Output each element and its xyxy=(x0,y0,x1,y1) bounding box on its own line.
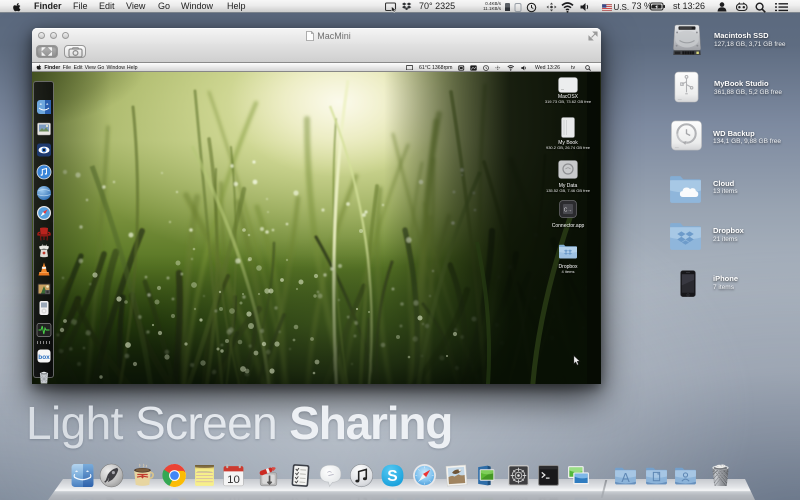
svg-text:S: S xyxy=(387,468,397,485)
svg-text:10: 10 xyxy=(227,474,240,486)
svg-text:10: 10 xyxy=(227,491,240,500)
svg-text:C→: C→ xyxy=(564,208,573,214)
svg-text:box: box xyxy=(38,354,50,361)
svg-text:A: A xyxy=(621,492,630,500)
svg-text:S: S xyxy=(387,492,397,500)
svg-text:A: A xyxy=(621,471,630,485)
